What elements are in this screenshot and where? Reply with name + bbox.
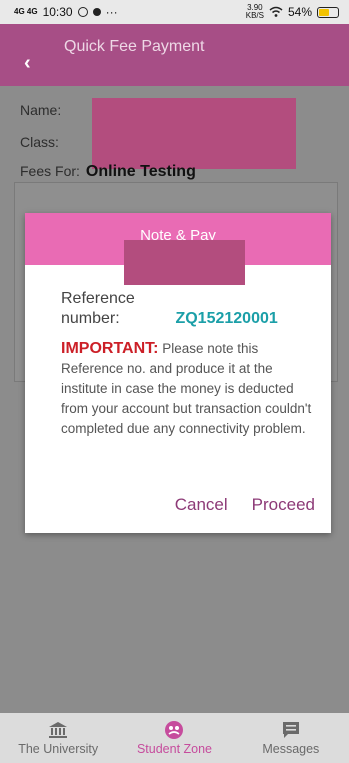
cancel-button[interactable]: Cancel [175, 495, 228, 515]
status-bar: 4G 4G 10:30 ··· 3.90 KB/S 54% [0, 0, 349, 24]
nav-label: Student Zone [136, 742, 213, 756]
nav-item-the-university[interactable]: The University [0, 713, 116, 763]
fees-for-row: Fees For: Online Testing [20, 163, 196, 181]
nav-item-messages[interactable]: Messages [233, 713, 349, 763]
name-label: Name: [20, 102, 62, 118]
overflow-notifications: ··· [105, 5, 118, 19]
reference-block: Reference number: ZQ152120001 [61, 289, 278, 329]
page-title: Quick Fee Payment [64, 38, 205, 55]
note-and-pay-dialog: Note & Pay Reference number: ZQ152120001… [25, 213, 331, 533]
fees-for-value: Online Testing [85, 163, 196, 180]
redacted-block [124, 240, 245, 285]
wifi-icon [269, 6, 283, 17]
reference-number: ZQ152120001 [175, 310, 278, 327]
fees-for-label: Fees For: [20, 163, 80, 179]
status-time: 10:30 [42, 5, 73, 19]
status-right: 3.90 KB/S 54% [246, 4, 339, 20]
nav-label: The University [18, 742, 99, 756]
dialog-header: Note & Pay [25, 213, 331, 285]
nav-label: Messages [262, 742, 320, 756]
class-label: Class: [20, 134, 59, 150]
student-zone-icon [164, 720, 184, 740]
battery-percent: 54% [287, 5, 312, 19]
bank-icon [48, 720, 68, 740]
app-header: ‹ Quick Fee Payment [0, 24, 349, 86]
message-icon [281, 720, 301, 740]
message-notification-icon [92, 8, 101, 16]
dialog-actions: Cancel Proceed [175, 495, 315, 515]
status-left: 4G 4G 10:30 ··· [14, 5, 118, 19]
network-speed: 3.90 KB/S [245, 3, 264, 20]
signal-indicator: 4G 4G [14, 7, 38, 16]
battery-icon [317, 6, 339, 18]
important-label: IMPORTANT: [61, 340, 159, 357]
bottom-nav: The University Student Zone Messages [0, 713, 349, 763]
reference-label: Reference number: [61, 290, 135, 327]
important-message: IMPORTANT: Please note this Reference no… [61, 339, 321, 439]
whatsapp-icon [77, 7, 88, 17]
back-button[interactable]: ‹ [24, 52, 31, 75]
redacted-name-class [92, 98, 296, 169]
nav-item-student-zone[interactable]: Student Zone [116, 713, 232, 763]
proceed-button[interactable]: Proceed [252, 495, 315, 515]
